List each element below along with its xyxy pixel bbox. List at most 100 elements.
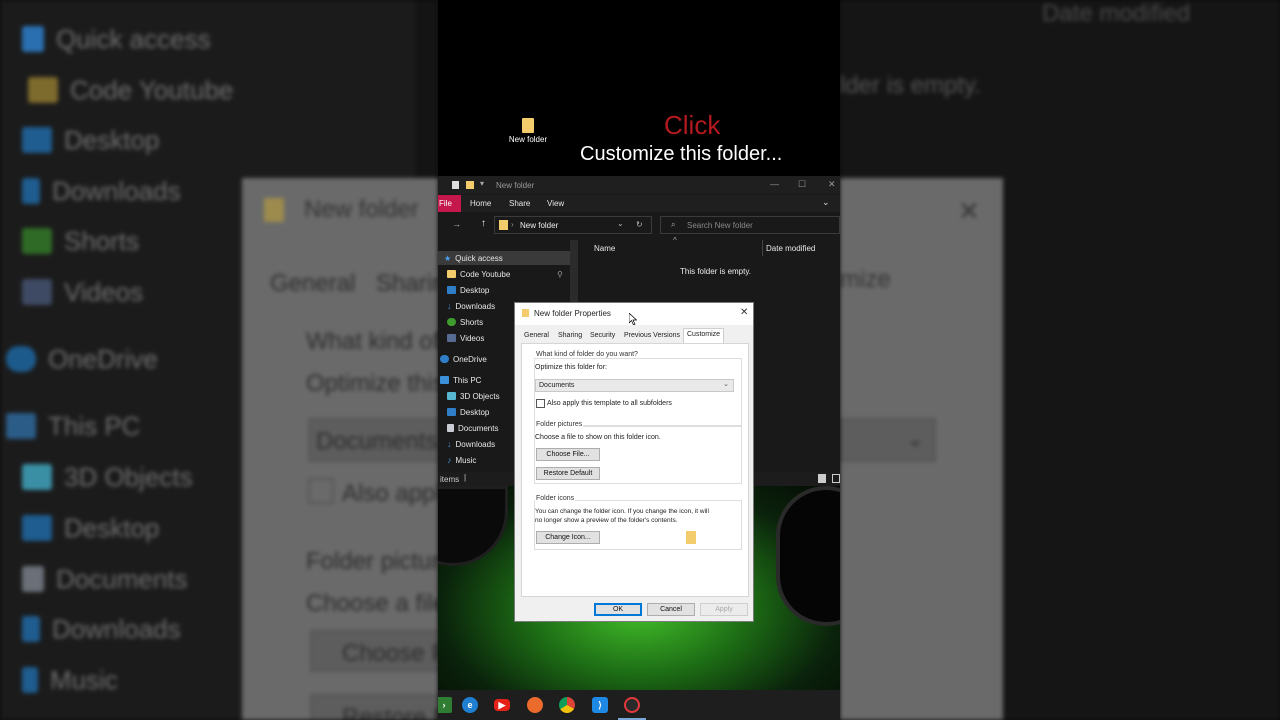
nav-label: Videos bbox=[460, 333, 485, 343]
nav-item-onedrive[interactable]: OneDrive bbox=[440, 352, 487, 366]
caption-click: Click bbox=[664, 110, 721, 140]
bg-text: Documents bbox=[316, 428, 438, 455]
computer-icon bbox=[6, 413, 36, 439]
nav-item-music[interactable]: ♪ Music bbox=[447, 453, 476, 467]
chrome-icon[interactable] bbox=[559, 697, 575, 713]
status-text: items bbox=[440, 475, 460, 484]
bg-tab: General bbox=[270, 270, 356, 297]
nav-label: Desktop bbox=[460, 285, 490, 295]
desktop-folder[interactable]: New folder bbox=[508, 118, 548, 144]
tab-sharing[interactable]: Sharing bbox=[555, 330, 585, 343]
nav-item-3d-objects[interactable]: 3D Objects bbox=[447, 389, 500, 403]
close-button[interactable]: ✕ bbox=[828, 179, 836, 190]
change-icon-button[interactable]: Change Icon... bbox=[536, 531, 600, 544]
music-icon bbox=[22, 667, 38, 693]
ok-button[interactable]: OK bbox=[594, 603, 642, 616]
dialog-close-button[interactable]: ✕ bbox=[740, 307, 748, 318]
apply-button[interactable]: Apply bbox=[700, 603, 748, 616]
ribbon-tab-view[interactable]: View bbox=[547, 199, 564, 208]
chevron-down-icon[interactable]: ⌄ bbox=[617, 219, 624, 228]
dialog-title: New folder Properties bbox=[534, 309, 611, 318]
status-divider: | bbox=[464, 473, 467, 482]
bg-nav-item: Shorts bbox=[22, 223, 139, 259]
apply-subfolders-label[interactable]: Also apply this template to all subfolde… bbox=[547, 400, 672, 407]
ribbon-tab-home[interactable]: Home bbox=[470, 199, 491, 208]
optimize-dropdown[interactable]: Documents ⌄ bbox=[535, 379, 734, 392]
firefox-icon[interactable] bbox=[527, 697, 543, 713]
nav-item-quick-access[interactable]: ★ Quick access bbox=[438, 251, 570, 265]
bg-nav-item: Downloads bbox=[22, 173, 181, 209]
nav-item-downloads[interactable]: ↓ Downloads bbox=[447, 299, 495, 313]
ribbon-tab-file[interactable]: File bbox=[438, 195, 461, 212]
nav-item-downloads-pc[interactable]: ↓ Downloads bbox=[447, 437, 495, 451]
ribbon-tab-share[interactable]: Share bbox=[509, 199, 530, 208]
restore-default-button[interactable]: Restore Default bbox=[536, 467, 600, 480]
bg-nav-label: Videos bbox=[64, 276, 144, 307]
tab-security[interactable]: Security bbox=[587, 330, 618, 343]
bg-tab: Sharin bbox=[376, 270, 438, 297]
up-arrow-icon[interactable]: ↑ bbox=[481, 218, 486, 229]
column-name[interactable]: Name bbox=[594, 244, 615, 253]
cloud-icon bbox=[6, 346, 36, 372]
desktop-folder-label: New folder bbox=[508, 135, 548, 144]
bg-text: What kind of bbox=[306, 328, 438, 355]
nav-item-shorts[interactable]: Shorts bbox=[447, 315, 483, 329]
details-view-icon[interactable] bbox=[818, 474, 826, 483]
apply-subfolders-checkbox[interactable] bbox=[536, 399, 545, 408]
tab-customize[interactable]: Customize bbox=[683, 328, 725, 343]
nav-item-desktop-pc[interactable]: Desktop bbox=[447, 405, 489, 419]
bg-text: Also apply bbox=[342, 480, 438, 507]
bg-nav-label: Shorts bbox=[64, 225, 140, 256]
optimize-label: Optimize this folder for: bbox=[535, 364, 607, 371]
wallpaper-wheel bbox=[776, 486, 840, 626]
address-bar[interactable]: › New folder ⌄ ↻ bbox=[494, 216, 652, 234]
tab-general[interactable]: General bbox=[521, 330, 552, 343]
nav-item-videos[interactable]: Videos bbox=[447, 331, 484, 345]
nav-item-this-pc[interactable]: This PC bbox=[440, 373, 481, 387]
bg-nav-label: Desktop bbox=[64, 124, 160, 155]
folder-type-label: What kind of folder do you want? bbox=[535, 351, 639, 358]
start-arrow-icon[interactable]: › bbox=[438, 697, 452, 713]
desktop-icon bbox=[447, 408, 456, 416]
forward-arrow-icon[interactable]: → bbox=[452, 219, 461, 229]
column-divider[interactable] bbox=[762, 240, 763, 256]
bg-nav-label: Desktop bbox=[64, 512, 160, 543]
chevron-down-icon[interactable]: ⌄ bbox=[822, 197, 830, 208]
tab-previous-versions[interactable]: Previous Versions bbox=[621, 330, 683, 343]
column-date-modified[interactable]: Date modified bbox=[766, 244, 815, 253]
video-column: New folder Click Customize this folder..… bbox=[438, 0, 840, 720]
properties-icon[interactable] bbox=[452, 181, 459, 189]
bg-nav-item: Documents bbox=[22, 561, 188, 597]
background-left: Quick access Code Youtube Desktop Downlo… bbox=[0, 0, 438, 720]
maximize-button[interactable]: ☐ bbox=[798, 179, 806, 190]
pin-icon[interactable]: ⚲ bbox=[557, 270, 563, 279]
search-icon: ⌕ bbox=[671, 220, 676, 229]
choose-file-button[interactable]: Choose File... bbox=[536, 448, 600, 461]
background-dialog: New folder General Sharin What kind of O… bbox=[242, 178, 438, 720]
nav-item-documents[interactable]: Documents bbox=[447, 421, 498, 435]
large-icons-view-icon[interactable] bbox=[832, 474, 840, 483]
folder-icon bbox=[264, 198, 284, 222]
minimize-button[interactable]: — bbox=[770, 179, 779, 189]
recorder-icon[interactable] bbox=[624, 697, 640, 713]
vscode-icon[interactable]: ⟩ bbox=[592, 697, 608, 713]
sort-caret-icon: ^ bbox=[673, 236, 677, 245]
nav-item-desktop[interactable]: Desktop bbox=[447, 283, 489, 297]
nav-item-code-youtube[interactable]: Code Youtube ⚲ bbox=[447, 267, 563, 281]
dialog-titlebar[interactable]: New folder Properties ✕ bbox=[515, 303, 753, 325]
chevron-down-icon[interactable]: ▾ bbox=[480, 179, 484, 188]
bg-nav-label: Downloads bbox=[52, 613, 181, 644]
youtube-icon[interactable]: ▶ bbox=[494, 699, 510, 711]
bg-nav-label: Music bbox=[50, 664, 118, 695]
search-input[interactable]: ⌕ Search New folder bbox=[660, 216, 840, 234]
folder-icon bbox=[447, 270, 456, 278]
chevron-down-icon: ⌄ bbox=[906, 426, 925, 451]
cancel-button[interactable]: Cancel bbox=[647, 603, 695, 616]
bg-nav-item: 3D Objects bbox=[22, 459, 193, 495]
nav-label: 3D Objects bbox=[460, 391, 500, 401]
bg-dialog-title: New folder bbox=[304, 196, 419, 223]
nav-label: Shorts bbox=[460, 317, 484, 327]
edge-icon[interactable]: e bbox=[462, 697, 478, 713]
folder-icon[interactable] bbox=[466, 181, 474, 189]
refresh-icon[interactable]: ↻ bbox=[636, 220, 643, 229]
